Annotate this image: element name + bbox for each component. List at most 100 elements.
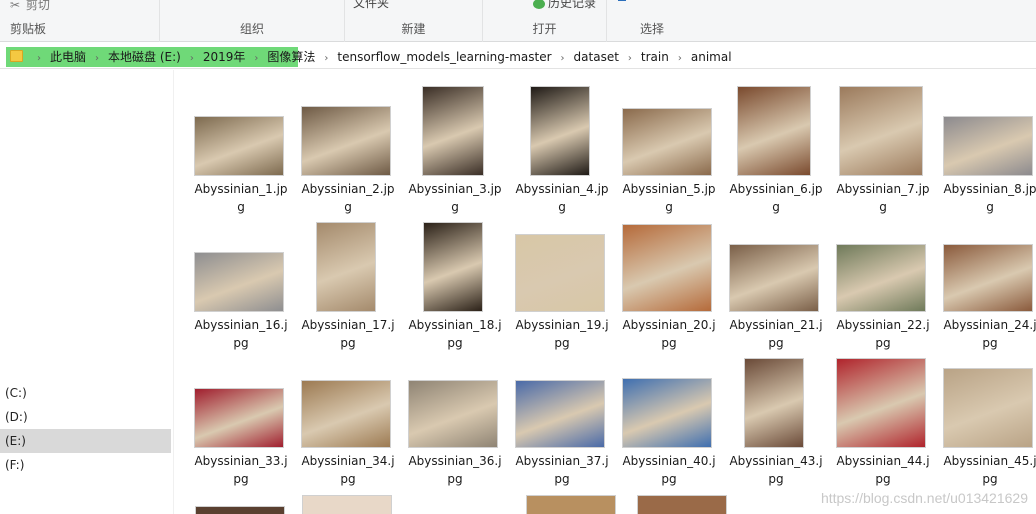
file-item[interactable]: Abyssinian_18.j pg [405,220,505,350]
image-thumbnail[interactable] [302,495,392,514]
breadcrumb-item[interactable]: 2019年 [203,50,246,64]
nav-drive-item[interactable]: (C:) [0,381,171,405]
open-group-label: 打开 [532,22,557,36]
file-name: Abyssinian_19.j pg [512,316,612,352]
file-item[interactable]: Abyssinian_16.j pg [191,220,291,350]
file-name-line1: Abyssinian_7.jp [836,182,930,196]
breadcrumb-item[interactable]: 此电脑 [50,50,86,64]
image-thumbnail[interactable] [622,224,712,312]
image-thumbnail[interactable] [422,86,484,176]
history-icon [533,0,545,9]
file-item[interactable]: Abyssinian_45.j pg [940,356,1036,486]
file-item[interactable]: Abyssinian_22.j pg [833,220,933,350]
image-thumbnail[interactable] [195,506,285,514]
file-name-line1: Abyssinian_43.j [729,454,823,468]
select-group: 选择 [607,0,697,42]
image-thumbnail[interactable] [836,358,926,448]
file-item[interactable]: Abyssinian_21.j pg [726,220,826,350]
file-name: Abyssinian_24.j pg [940,316,1036,352]
file-item[interactable]: Abyssinian_44.j pg [833,356,933,486]
image-thumbnail[interactable] [839,86,923,176]
image-thumbnail[interactable] [194,388,284,448]
history-button[interactable]: 历史记录 [533,0,596,11]
image-thumbnail[interactable] [194,116,284,176]
image-thumbnail[interactable] [737,86,811,176]
image-thumbnail[interactable] [515,234,605,312]
breadcrumb-chevron-icon[interactable]: › [37,47,41,71]
file-name: Abyssinian_1.jp g [191,180,291,216]
image-thumbnail[interactable] [301,106,391,176]
breadcrumb-item[interactable]: dataset [574,50,619,64]
breadcrumb-item[interactable]: 本地磁盘 (E:) [108,50,181,64]
file-item[interactable]: Abyssinian_37.jpg [512,356,612,486]
image-thumbnail[interactable] [408,380,498,448]
breadcrumb-chevron-icon[interactable]: › [254,47,258,71]
image-thumbnail[interactable] [622,378,712,448]
new-group-label: 新建 [401,22,426,36]
image-thumbnail[interactable] [943,244,1033,312]
file-name-line2: pg [554,472,570,486]
image-thumbnail[interactable] [637,495,727,514]
file-item[interactable]: Abyssinian_4.jp g [512,84,612,214]
image-thumbnail[interactable] [836,244,926,312]
file-item[interactable]: Abyssinian_34.j pg [298,356,398,486]
breadcrumb-item[interactable]: tensorflow_models_learning-master [337,50,551,64]
address-bar[interactable]: › 此电脑 › 本地磁盘 (E:) › 2019年 › 图像算法 › tensorflow_mod… [0,45,1036,69]
file-name-line2: pg [447,472,463,486]
file-name-line2: g [665,200,673,214]
file-name-line1: Abyssinian_37.j [515,454,609,468]
breadcrumb-item[interactable]: 图像算法 [267,50,315,64]
cut-button[interactable]: ✂ 剪切 [10,0,50,13]
file-grid: https://blog.csdn.net/u013421629 Abyssin… [175,70,1036,514]
breadcrumb-chevron-icon[interactable]: › [678,47,682,71]
new-group: 文件夹 新建 [345,0,483,42]
breadcrumb-chevron-icon[interactable]: › [324,47,328,71]
nav-drive-item[interactable]: (E:) [0,429,171,453]
file-item[interactable]: Abyssinian_40.j pg [619,356,719,486]
file-name-line2: pg [447,336,463,350]
file-item[interactable]: Abyssinian_33.j pg [191,356,291,486]
file-item[interactable]: Abyssinian_3.jp g [405,84,505,214]
select-all-icon[interactable] [618,0,626,1]
breadcrumb-chevron-icon[interactable]: › [190,47,194,71]
image-thumbnail[interactable] [301,380,391,448]
image-thumbnail[interactable] [943,116,1033,176]
file-item[interactable]: Abyssinian_5.jp g [619,84,719,214]
file-item[interactable]: Abyssinian_17.j pg [298,220,398,350]
file-name-line2: pg [233,472,249,486]
image-thumbnail[interactable] [943,368,1033,448]
breadcrumb-item[interactable]: train [641,50,669,64]
image-thumbnail[interactable] [729,244,819,312]
image-thumbnail[interactable] [744,358,804,448]
breadcrumb-chevron-icon[interactable]: › [561,47,565,71]
file-name-line2: g [986,200,994,214]
file-item[interactable]: Abyssinian_24.j pg [940,220,1036,350]
breadcrumb-item[interactable]: animal [691,50,732,64]
file-name: Abyssinian_22.j pg [833,316,933,352]
nav-drive-item[interactable]: (F:) [0,453,171,477]
breadcrumb-chevron-icon[interactable]: › [95,47,99,71]
file-item[interactable]: Abyssinian_19.j pg [512,220,612,350]
image-thumbnail[interactable] [316,222,376,312]
file-item[interactable]: Abyssinian_2.jp g [298,84,398,214]
image-thumbnail[interactable] [194,252,284,312]
image-thumbnail[interactable] [515,380,605,448]
image-thumbnail[interactable] [622,108,712,176]
image-thumbnail[interactable] [530,86,590,176]
new-folder-button[interactable]: 文件夹 [353,0,389,11]
file-name: Abyssinian_33.j pg [191,452,291,488]
image-thumbnail[interactable] [423,222,483,312]
file-item[interactable]: Abyssinian_7.jp g [833,84,933,214]
file-name: Abyssinian_16.j pg [191,316,291,352]
file-item[interactable]: Abyssinian_1.jp g [191,84,291,214]
image-thumbnail[interactable] [526,495,616,514]
file-item[interactable]: Abyssinian_20.j pg [619,220,719,350]
breadcrumb-chevron-icon[interactable]: › [628,47,632,71]
nav-drive-item[interactable]: (D:) [0,405,171,429]
file-item[interactable]: Abyssinian_6.jp g [726,84,826,214]
file-name-line2: pg [340,472,356,486]
file-name-line2: g [451,200,459,214]
file-item[interactable]: Abyssinian_43.j pg [726,356,826,486]
file-item[interactable]: Abyssinian_8.jp g [940,84,1036,214]
file-item[interactable]: Abyssinian_36.j pg [405,356,505,486]
